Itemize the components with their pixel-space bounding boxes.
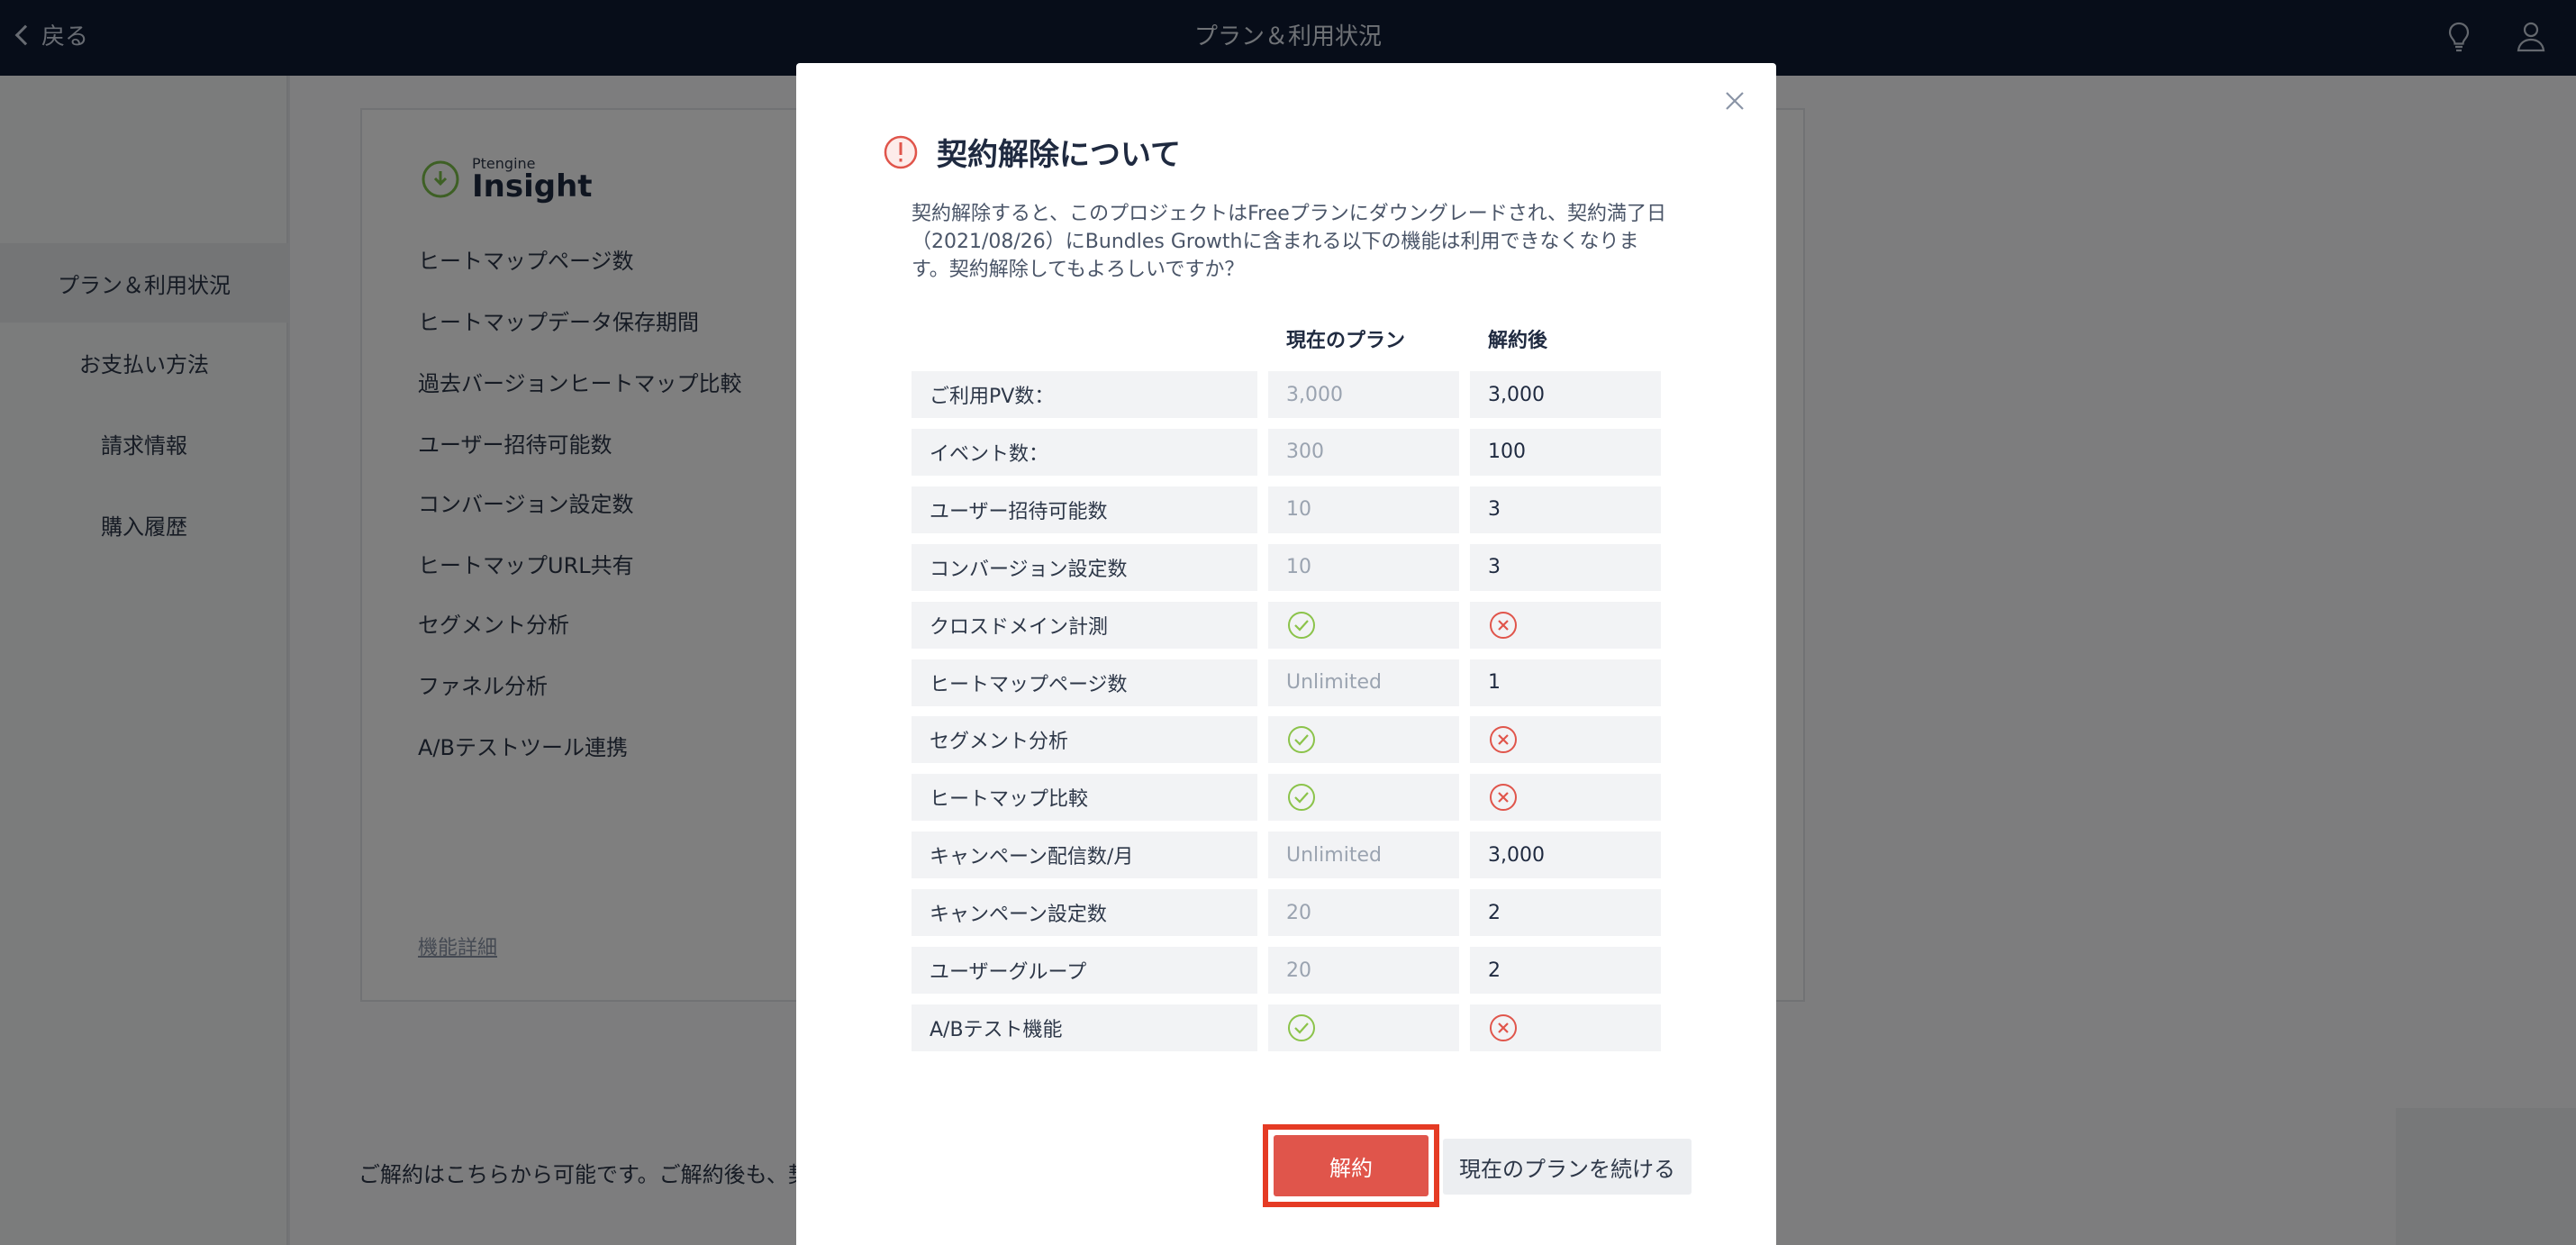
table-row: ご利用PV数： 3,000 3,000 [912,371,1668,418]
cross-icon [1490,784,1517,812]
column-header-current: 現在のプラン [1286,330,1406,352]
table-row: クロスドメイン計測 [912,601,1668,649]
table-row: ユーザーグループ 20 2 [912,947,1668,994]
row-after-value: 3 [1470,543,1661,591]
dialog-description: 契約解除すると、このプロジェクトはFreeプランにダウングレードされ、契約満了日… [912,203,1667,281]
row-label: セグメント分析 [912,716,1257,764]
check-icon [1288,1013,1315,1041]
row-label: A/Bテスト機能 [912,1004,1257,1051]
row-after-value [1470,1004,1661,1051]
cross-icon [1490,611,1517,639]
row-label: ご利用PV数： [912,371,1257,418]
warning-icon [884,135,918,168]
row-current-value: 20 [1268,889,1459,937]
table-row: A/Bテスト機能 [912,1004,1668,1051]
row-after-value: 2 [1470,947,1661,994]
row-after-value: 2 [1470,889,1661,937]
table-row: ユーザー招待可能数 10 3 [912,486,1668,533]
row-label: ヒートマップ比較 [912,774,1257,822]
table-row: キャンペーン設定数 20 2 [912,889,1668,937]
continue-plan-button[interactable]: 現在のプランを続ける [1443,1139,1692,1195]
cancel-contract-button[interactable]: 解約 [1274,1135,1429,1196]
table-row: コンバージョン設定数 10 3 [912,543,1668,591]
row-current-value [1268,716,1459,764]
row-current-value: 20 [1268,947,1459,994]
column-header-after: 解約後 [1488,330,1548,352]
row-after-value [1470,774,1661,822]
row-after-value: 3 [1470,486,1661,533]
row-current-value: 10 [1268,543,1459,591]
row-after-value: 100 [1470,428,1661,476]
check-icon [1288,726,1315,754]
table-row: セグメント分析 [912,716,1668,764]
row-label: キャンペーン配信数/月 [912,832,1257,879]
row-current-value [1268,1004,1459,1051]
close-icon [1726,92,1744,110]
close-button[interactable] [1720,86,1749,115]
row-label: ユーザーグループ [912,947,1257,994]
row-label: コンバージョン設定数 [912,543,1257,591]
table-row: イベント数： 300 100 [912,428,1668,476]
row-after-value: 3,000 [1470,371,1661,418]
check-icon [1288,611,1315,639]
cancel-contract-dialog: 契約解除について 契約解除すると、このプロジェクトはFreeプランにダウングレー… [796,63,1776,1245]
row-label: クロスドメイン計測 [912,601,1257,649]
table-row: ヒートマップページ数 Unlimited 1 [912,659,1668,706]
row-current-value: Unlimited [1268,832,1459,879]
row-after-value [1470,716,1661,764]
row-after-value: 1 [1470,659,1661,706]
row-current-value: 300 [1268,428,1459,476]
row-label: ヒートマップページ数 [912,659,1257,706]
row-after-value: 3,000 [1470,832,1661,879]
row-label: キャンペーン設定数 [912,889,1257,937]
row-current-value [1268,601,1459,649]
dialog-title: 契約解除について [937,137,1181,173]
row-current-value: 10 [1268,486,1459,533]
row-current-value: Unlimited [1268,659,1459,706]
row-current-value: 3,000 [1268,371,1459,418]
row-current-value [1268,774,1459,822]
row-label: イベント数： [912,428,1257,476]
cross-icon [1490,726,1517,754]
row-label: ユーザー招待可能数 [912,486,1257,533]
table-row: キャンペーン配信数/月 Unlimited 3,000 [912,832,1668,879]
row-after-value [1470,601,1661,649]
cross-icon [1490,1013,1517,1041]
table-row: ヒートマップ比較 [912,774,1668,822]
check-icon [1288,784,1315,812]
